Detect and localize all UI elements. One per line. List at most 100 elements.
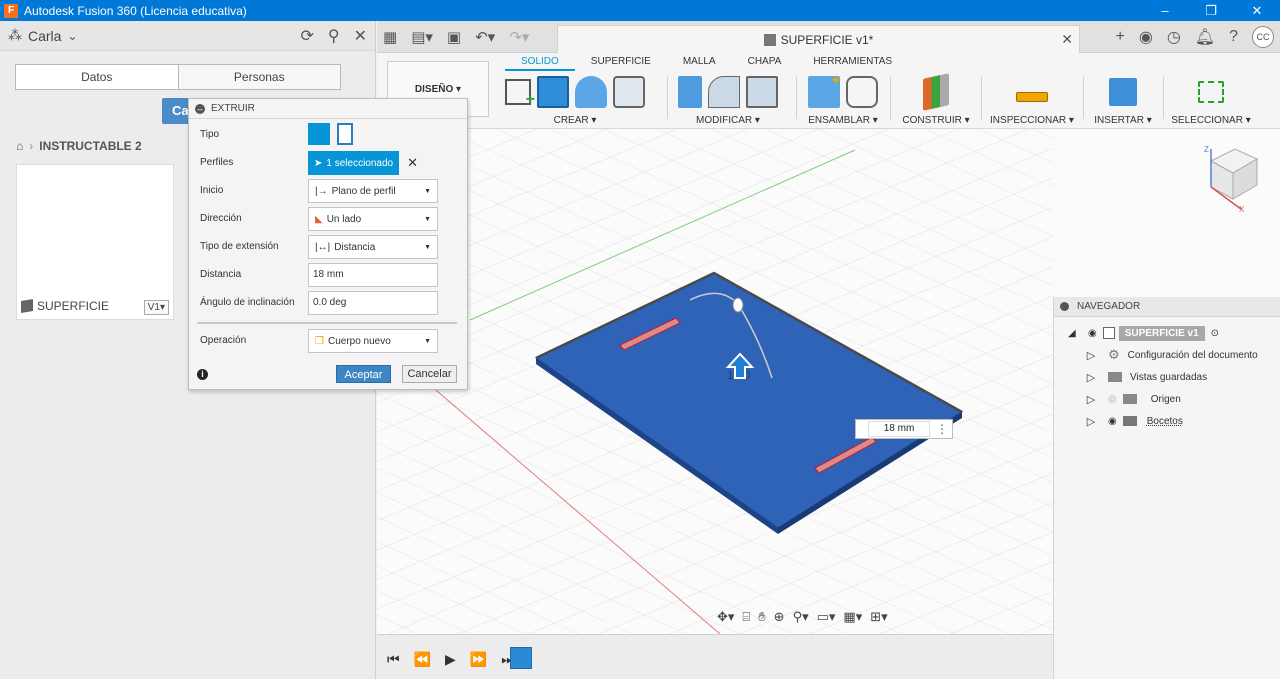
fit-icon[interactable]: ⚲▾ <box>793 609 809 625</box>
shell-icon[interactable] <box>746 76 778 108</box>
navigator-item[interactable]: ▷ ⚙ Configuración del documento <box>1086 345 1258 365</box>
tab-superficie[interactable]: SUPERFICIE <box>575 56 667 71</box>
viewcube[interactable]: Z X <box>1053 129 1280 297</box>
add-tab-icon[interactable]: + <box>1116 28 1125 46</box>
expand-triangle-icon[interactable]: ▷ <box>1086 415 1096 428</box>
search-icon[interactable]: ⚲ <box>328 26 340 46</box>
tab-personas[interactable]: Personas <box>177 65 341 89</box>
close-panel-icon[interactable]: ✕ <box>354 26 367 46</box>
file-menu-icon[interactable]: ▤▾ <box>411 28 433 46</box>
clear-selection-icon[interactable]: ✕ <box>407 155 418 171</box>
cancel-button[interactable]: Cancelar <box>402 365 457 383</box>
group-modificar-label[interactable]: MODIFICAR ▾ <box>673 115 783 126</box>
create-sketch-icon[interactable]: + <box>505 79 535 108</box>
orbit-icon[interactable]: ✥▾ <box>717 609 734 625</box>
timeline-play-icon[interactable]: ▶ <box>445 651 456 668</box>
collapse-dialog-icon[interactable]: – <box>195 103 205 114</box>
new-component-icon[interactable]: ✦ <box>808 72 842 108</box>
navigator-item[interactable]: ▷ Vistas guardadas <box>1086 367 1207 387</box>
extent-type-dropdown[interactable]: |↔| Distancia ▼ <box>308 235 438 259</box>
group-inspeccionar-label[interactable]: INSPECCIONAR ▾ <box>989 115 1075 126</box>
timeline-feature-sketch[interactable] <box>510 647 532 669</box>
version-badge[interactable]: V1▾ <box>143 300 169 315</box>
collapse-navigator-icon[interactable] <box>1060 302 1069 311</box>
team-icon[interactable]: ⁂ <box>8 27 22 44</box>
tab-chapa[interactable]: CHAPA <box>732 56 798 71</box>
refresh-icon[interactable]: ⟳ <box>300 26 313 46</box>
type-thin-icon[interactable] <box>337 123 354 145</box>
extrude-icon[interactable] <box>537 76 569 108</box>
close-window-icon[interactable]: ✕ <box>1234 0 1280 21</box>
undo-icon[interactable]: ↶▾ <box>475 28 495 46</box>
user-selector[interactable]: Carla <box>28 28 61 44</box>
chevron-down-icon[interactable]: ⌄ <box>67 29 77 43</box>
expand-triangle-icon[interactable]: ▷ <box>1086 393 1096 406</box>
tab-malla[interactable]: MALLA <box>667 56 732 71</box>
taper-angle-input[interactable]: 0.0 deg <box>308 291 438 315</box>
notifications-icon[interactable]: 🔔︎ <box>1195 27 1215 47</box>
grid-menu-icon[interactable]: ▦ <box>383 28 397 46</box>
measure-icon[interactable] <box>1016 92 1048 102</box>
tab-herramientas[interactable]: HERRAMIENTAS <box>797 56 908 71</box>
hole-icon[interactable] <box>613 76 645 108</box>
group-insertar-label[interactable]: INSERTAR ▾ <box>1091 115 1155 126</box>
viewports-icon[interactable]: ⊞▾ <box>870 609 887 625</box>
more-options-icon[interactable]: ⋮ <box>936 422 948 436</box>
ok-button[interactable]: Aceptar <box>336 365 391 383</box>
hidden-eye-icon[interactable]: ◎ <box>1108 394 1117 405</box>
angle-manipulator-handle[interactable] <box>732 297 744 313</box>
distance-floating-field[interactable]: 18 mm <box>868 421 930 437</box>
job-status-icon[interactable]: ◷ <box>1167 27 1181 47</box>
upload-button[interactable]: Ca <box>162 98 189 124</box>
redo-icon[interactable]: ↷▾ <box>509 28 529 46</box>
viewport-canvas-right[interactable]: Z X <box>1053 129 1280 297</box>
info-icon[interactable]: i <box>197 369 208 380</box>
file-card[interactable]: SUPERFICIE V1▾ <box>16 164 174 320</box>
direccion-dropdown[interactable]: ◣ Un lado ▼ <box>308 207 438 231</box>
visibility-eye-icon[interactable]: ◉ <box>1108 416 1117 427</box>
avatar[interactable]: CC <box>1252 26 1274 48</box>
press-pull-icon[interactable] <box>678 76 702 108</box>
timeline-prev-icon[interactable]: ⏪ <box>414 651 431 668</box>
close-tab-icon[interactable]: ✕ <box>1061 31 1073 48</box>
restore-icon[interactable]: ❐ <box>1188 0 1234 21</box>
inicio-dropdown[interactable]: |→ Plano de perfil ▼ <box>308 179 438 203</box>
home-icon[interactable]: ⌂ <box>16 139 23 153</box>
insert-image-icon[interactable] <box>1109 78 1137 106</box>
group-seleccionar-label[interactable]: SELECCIONAR ▾ <box>1171 115 1251 126</box>
group-crear-label[interactable]: CREAR ▾ <box>505 115 645 126</box>
extensions-icon[interactable]: ◉ <box>1139 27 1153 47</box>
look-at-icon[interactable]: ⌸ <box>742 609 750 625</box>
zoom-icon[interactable]: ⊕ <box>774 609 785 625</box>
timeline-next-icon[interactable]: ⏩ <box>470 651 487 668</box>
navigator-item[interactable]: ▷ ◎ Origen <box>1086 389 1181 409</box>
collapse-triangle-icon[interactable]: ◢ <box>1068 328 1082 339</box>
tab-solido[interactable]: SOLIDO <box>505 56 575 71</box>
help-icon[interactable]: ? <box>1229 28 1238 46</box>
type-solid-icon[interactable] <box>308 123 330 145</box>
minimize-icon[interactable]: – <box>1142 0 1188 21</box>
group-construir-label[interactable]: CONSTRUIR ▾ <box>897 115 975 126</box>
expand-triangle-icon[interactable]: ▷ <box>1086 349 1096 362</box>
group-ensamblar-label[interactable]: ENSAMBLAR ▾ <box>803 115 883 126</box>
expand-triangle-icon[interactable]: ▷ <box>1086 371 1096 384</box>
timeline-first-icon[interactable]: ⏮ <box>387 651 400 668</box>
offset-plane-icon[interactable] <box>923 73 949 111</box>
joint-icon[interactable] <box>846 76 878 108</box>
grid-settings-icon[interactable]: ▦▾ <box>843 609 862 625</box>
activate-radio-icon[interactable]: ⊙ <box>1211 328 1219 339</box>
revolve-icon[interactable] <box>575 76 607 108</box>
display-settings-icon[interactable]: ▭▾ <box>817 609 836 625</box>
fillet-icon[interactable] <box>708 76 740 108</box>
pan-icon[interactable]: ✋︎ <box>758 609 765 625</box>
navigator-root[interactable]: ◢ ◉ SUPERFICIE v1 ⊙ <box>1068 323 1219 343</box>
select-window-icon[interactable] <box>1198 81 1224 103</box>
navigator-item[interactable]: ▷ ◉ Bocetos <box>1086 411 1183 431</box>
profiles-selection-button[interactable]: ➤ 1 seleccionado <box>308 151 400 175</box>
breadcrumb-project[interactable]: INSTRUCTABLE 2 <box>39 139 141 153</box>
distance-input[interactable]: 18 mm <box>308 263 438 287</box>
tab-datos[interactable]: Datos <box>16 65 178 89</box>
viewport-canvas[interactable]: 10.0 ✥▾ ⌸ ✋︎ ⊕ ⚲▾ ▭▾ ▦▾ ⊞▾ <box>377 129 1053 634</box>
visibility-eye-icon[interactable]: ◉ <box>1088 328 1097 339</box>
save-icon[interactable]: ▣ <box>447 28 461 46</box>
